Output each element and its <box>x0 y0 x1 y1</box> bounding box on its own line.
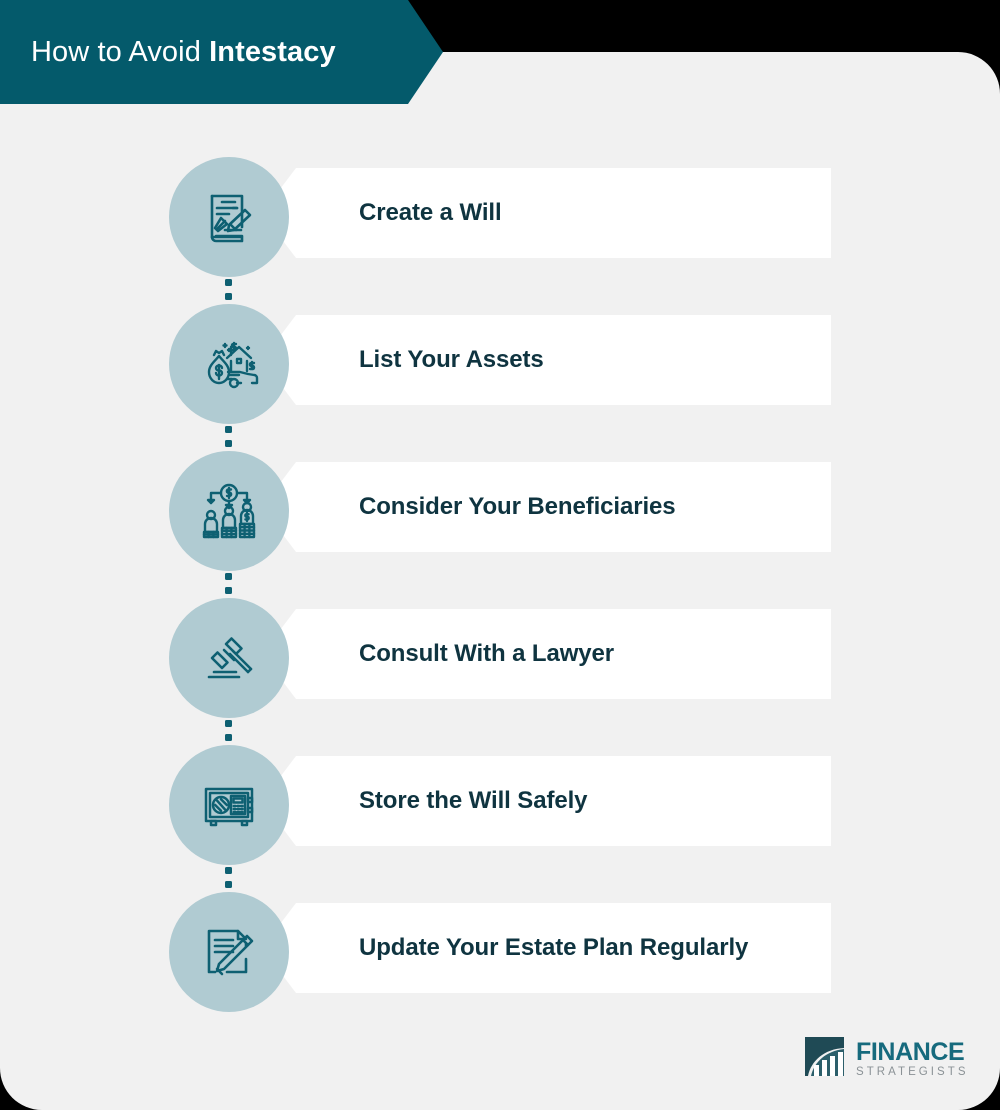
assets-money-house-car-icon <box>197 332 261 396</box>
safe-vault-icon <box>197 773 261 837</box>
infographic-page: How to Avoid Intestacy Create a Will Lis… <box>0 0 1000 1110</box>
step-card-2[interactable]: List Your Assets <box>262 315 831 405</box>
step-label: Consult With a Lawyer <box>359 640 615 667</box>
step-icon-circle-1 <box>169 157 289 277</box>
step-label: Create a Will <box>359 199 502 226</box>
step-icon-circle-4 <box>169 598 289 718</box>
step-card-1[interactable]: Create a Will <box>262 168 831 258</box>
header-banner: How to Avoid Intestacy <box>0 0 443 104</box>
logo-primary-text: FINANCE <box>856 1037 965 1066</box>
document-pencil-icon <box>197 920 261 984</box>
step-label: Update Your Estate Plan Regularly <box>359 934 749 961</box>
document-signature-icon <box>197 185 261 249</box>
step-row: Update Your Estate Plan Regularly <box>0 892 1000 1039</box>
step-row: Consult With a Lawyer <box>0 598 1000 755</box>
step-icon-circle-5 <box>169 745 289 865</box>
steps-list: Create a Will List Your Assets Consider … <box>0 157 1000 1039</box>
step-icon-circle-6 <box>169 892 289 1012</box>
gavel-icon <box>197 626 261 690</box>
step-row: Store the Will Safely <box>0 745 1000 902</box>
step-icon-circle-3 <box>169 451 289 571</box>
step-card-6[interactable]: Update Your Estate Plan Regularly <box>262 903 831 993</box>
finance-strategists-bars-icon <box>802 1034 847 1084</box>
page-title-emphasis: Intestacy <box>209 35 336 68</box>
brand-logo: FINANCE STRATEGISTS <box>802 1034 969 1084</box>
beneficiaries-distribution-icon <box>197 479 261 543</box>
step-row: List Your Assets <box>0 304 1000 461</box>
step-card-5[interactable]: Store the Will Safely <box>262 756 831 846</box>
page-title: How to Avoid Intestacy <box>31 36 336 69</box>
step-label: Store the Will Safely <box>359 787 588 814</box>
step-label: List Your Assets <box>359 346 544 373</box>
page-title-plain: How to Avoid <box>31 35 210 68</box>
step-label: Consider Your Beneficiaries <box>359 493 676 520</box>
step-card-3[interactable]: Consider Your Beneficiaries <box>262 462 831 552</box>
logo-wordmark: FINANCE STRATEGISTS <box>856 1037 969 1079</box>
logo-secondary-text: STRATEGISTS <box>856 1065 969 1078</box>
step-icon-circle-2 <box>169 304 289 424</box>
step-row: Create a Will <box>0 157 1000 314</box>
step-row: Consider Your Beneficiaries <box>0 451 1000 608</box>
step-card-4[interactable]: Consult With a Lawyer <box>262 609 831 699</box>
